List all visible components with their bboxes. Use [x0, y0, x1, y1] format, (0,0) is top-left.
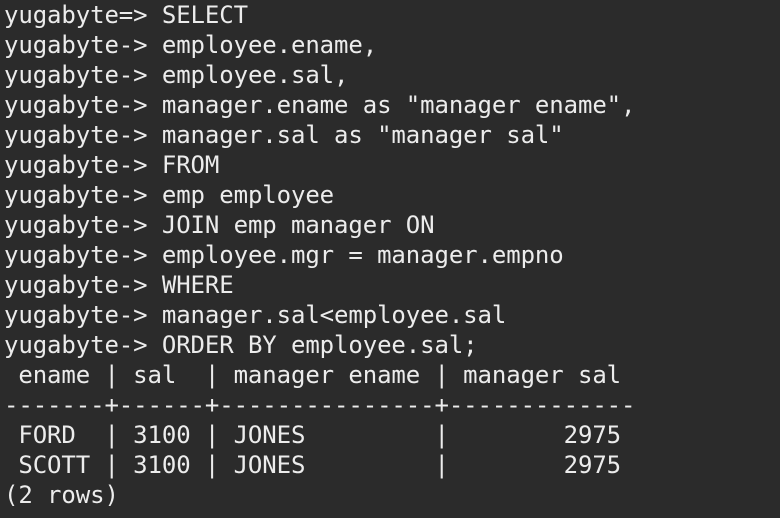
- result-row-count: (2 rows): [4, 481, 119, 509]
- shell-prompt: yugabyte=>: [4, 1, 162, 29]
- sql-input: employee.ename,: [161, 31, 378, 59]
- result-row: FORD | 3100 | JONES | 2975: [4, 421, 622, 449]
- shell-prompt: yugabyte->: [4, 121, 162, 149]
- sql-input: emp employee: [161, 181, 335, 209]
- sql-input: SELECT: [161, 1, 248, 29]
- sql-input: JOIN emp manager ON: [161, 211, 435, 239]
- shell-prompt: yugabyte->: [4, 211, 162, 239]
- shell-prompt: yugabyte->: [4, 331, 162, 359]
- shell-prompt: yugabyte->: [4, 241, 162, 269]
- result-header: ename | sal | manager ename | manager sa…: [4, 361, 636, 389]
- terminal-line: yugabyte-> emp employee: [4, 180, 780, 210]
- terminal-line: yugabyte-> WHERE: [4, 270, 780, 300]
- sql-input: manager.sal<employee.sal: [161, 301, 507, 329]
- terminal-line: yugabyte-> employee.mgr = manager.empno: [4, 240, 780, 270]
- shell-prompt: yugabyte->: [4, 61, 162, 89]
- terminal-line: yugabyte=> SELECT: [4, 0, 780, 30]
- sql-input: FROM: [161, 151, 220, 179]
- terminal-line: yugabyte-> JOIN emp manager ON: [4, 210, 780, 240]
- terminal-window[interactable]: yugabyte=> SELECT yugabyte-> employee.en…: [0, 0, 780, 518]
- terminal-line: yugabyte-> ORDER BY employee.sal;: [4, 330, 780, 360]
- sql-input: ORDER BY employee.sal;: [161, 331, 478, 359]
- sql-input: employee.mgr = manager.empno: [161, 241, 564, 269]
- shell-prompt: yugabyte->: [4, 151, 162, 179]
- shell-prompt: yugabyte->: [4, 31, 162, 59]
- shell-prompt: yugabyte->: [4, 301, 162, 329]
- sql-input: manager.ename as "manager ename",: [161, 91, 636, 119]
- shell-prompt: yugabyte->: [4, 181, 162, 209]
- terminal-line: yugabyte-> FROM: [4, 150, 780, 180]
- shell-prompt: yugabyte->: [4, 271, 162, 299]
- result-row: SCOTT | 3100 | JONES | 2975: [4, 451, 622, 479]
- sql-input: manager.sal as "manager sal": [161, 121, 564, 149]
- terminal-line: yugabyte-> manager.sal as "manager sal": [4, 120, 780, 150]
- terminal-line: yugabyte-> employee.ename,: [4, 30, 780, 60]
- terminal-line: yugabyte-> manager.ename as "manager ena…: [4, 90, 780, 120]
- sql-input: WHERE: [161, 271, 234, 299]
- shell-prompt: yugabyte->: [4, 91, 162, 119]
- result-separator: -------+------+---------------+---------…: [4, 391, 636, 419]
- terminal-line: yugabyte-> employee.sal,: [4, 60, 780, 90]
- terminal-line: yugabyte-> manager.sal<employee.sal: [4, 300, 780, 330]
- sql-input: employee.sal,: [161, 61, 349, 89]
